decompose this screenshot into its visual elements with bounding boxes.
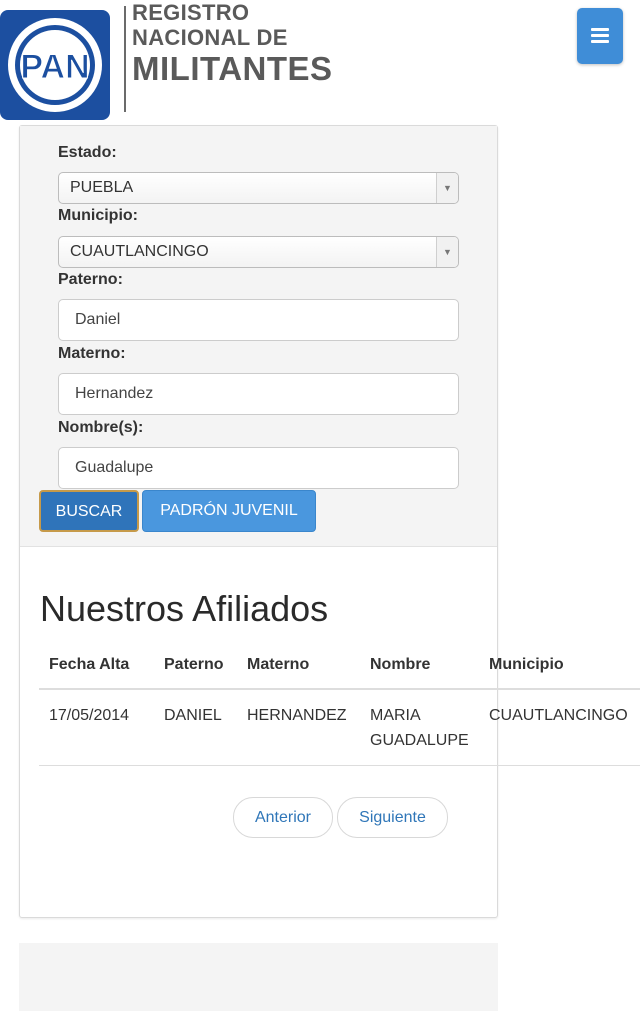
menu-toggle-button[interactable]: [577, 8, 623, 64]
paterno-input[interactable]: Daniel: [58, 299, 459, 341]
table-header-row: Fecha Alta Paterno Materno Nombre Munici…: [39, 642, 640, 690]
materno-input[interactable]: Hernandez: [58, 373, 459, 415]
cell-fecha-alta: 17/05/2014: [39, 689, 154, 766]
search-form: Estado: PUEBLA ▼ Municipio: CUAUTLANCING…: [20, 126, 497, 547]
site-header: PAN REGISTRO NACIONAL DE MILITANTES: [0, 0, 640, 124]
results-table: Fecha Alta Paterno Materno Nombre Munici…: [39, 642, 640, 766]
header-divider: [124, 6, 126, 112]
column-header-materno: Materno: [237, 642, 360, 690]
column-header-nombre: Nombre: [360, 642, 479, 690]
brand-title[interactable]: REGISTRO NACIONAL DE MILITANTES: [132, 0, 333, 87]
estado-selected-value: PUEBLA: [70, 179, 134, 196]
column-header-paterno: Paterno: [154, 642, 237, 690]
footer-panel: [19, 943, 498, 1011]
municipio-select[interactable]: CUAUTLANCINGO ▼: [58, 236, 459, 268]
estado-select[interactable]: PUEBLA ▼: [58, 172, 459, 204]
table-row: 17/05/2014 DANIEL HERNANDEZ MARIA GUADAL…: [39, 689, 640, 766]
municipio-label: Municipio:: [58, 207, 138, 224]
paterno-label: Paterno:: [58, 271, 123, 288]
cell-paterno: DANIEL: [154, 689, 237, 766]
brand-line-1: REGISTRO: [132, 0, 250, 25]
nombre-input[interactable]: Guadalupe: [58, 447, 459, 489]
buscar-button[interactable]: BUSCAR: [39, 490, 139, 532]
column-header-fecha-alta: Fecha Alta: [39, 642, 154, 690]
cell-municipio: CUAUTLANCINGO: [479, 689, 640, 766]
column-header-municipio: Municipio: [479, 642, 640, 690]
cell-nombre: MARIA GUADALUPE: [360, 689, 479, 766]
nombre-label: Nombre(s):: [58, 419, 144, 436]
cell-materno: HERNANDEZ: [237, 689, 360, 766]
brand-line-2: NACIONAL DE: [132, 25, 288, 50]
pagination-previous-button[interactable]: Anterior: [233, 797, 333, 838]
materno-label: Materno:: [58, 345, 126, 362]
pagination-next-button[interactable]: Siguiente: [337, 797, 448, 838]
logo-text: PAN: [20, 48, 89, 86]
estado-label: Estado:: [58, 144, 117, 161]
municipio-selected-value: CUAUTLANCINGO: [70, 243, 209, 260]
results-title: Nuestros Afiliados: [40, 588, 329, 629]
pan-logo[interactable]: PAN: [0, 10, 110, 120]
padron-juvenil-button[interactable]: PADRÓN JUVENIL: [142, 490, 316, 532]
dropdown-arrow-icon: ▼: [436, 173, 458, 203]
dropdown-arrow-icon: ▼: [436, 237, 458, 267]
brand-line-3: MILITANTES: [132, 50, 333, 87]
